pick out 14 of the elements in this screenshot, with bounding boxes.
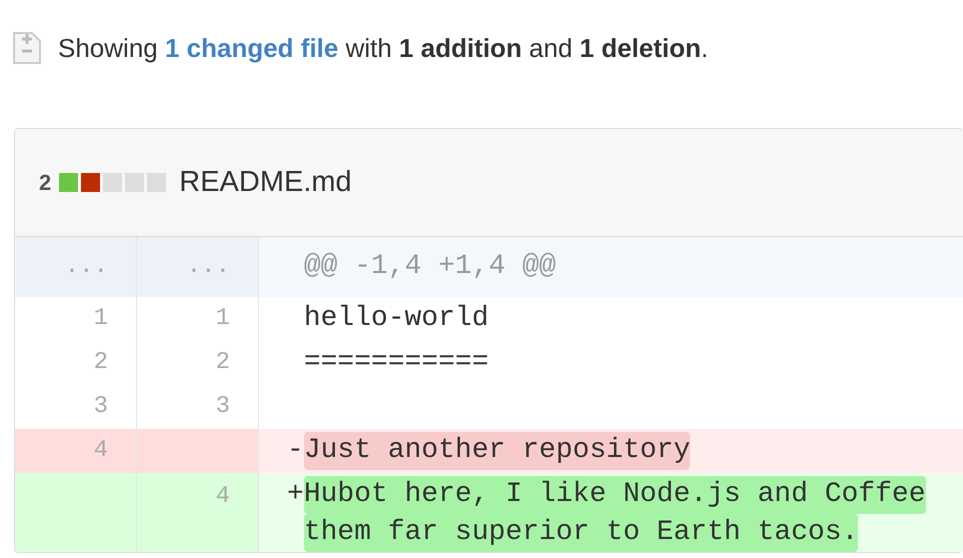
line-number-cell: ... (137, 237, 259, 297)
code-line: =========== (304, 346, 489, 380)
hunk-header: @@ -1,4 +1,4 @@ (304, 250, 556, 284)
file-name: README.md (179, 164, 352, 200)
diff-marker: - (287, 434, 304, 468)
diff-marker: + (287, 478, 304, 512)
line-number-cell: ... (15, 237, 137, 297)
change-count: 2 (39, 169, 52, 197)
line-number-cell: 4 (137, 473, 259, 552)
file-diff-icon (12, 31, 42, 65)
line-number-cell: 4 (15, 429, 137, 473)
code-line: hello-world (304, 302, 489, 336)
summary-text: Showing 1 changed file with 1 addition and 1 deletion. (58, 32, 708, 64)
changed-files-link[interactable]: 1 changed file (164, 32, 338, 62)
